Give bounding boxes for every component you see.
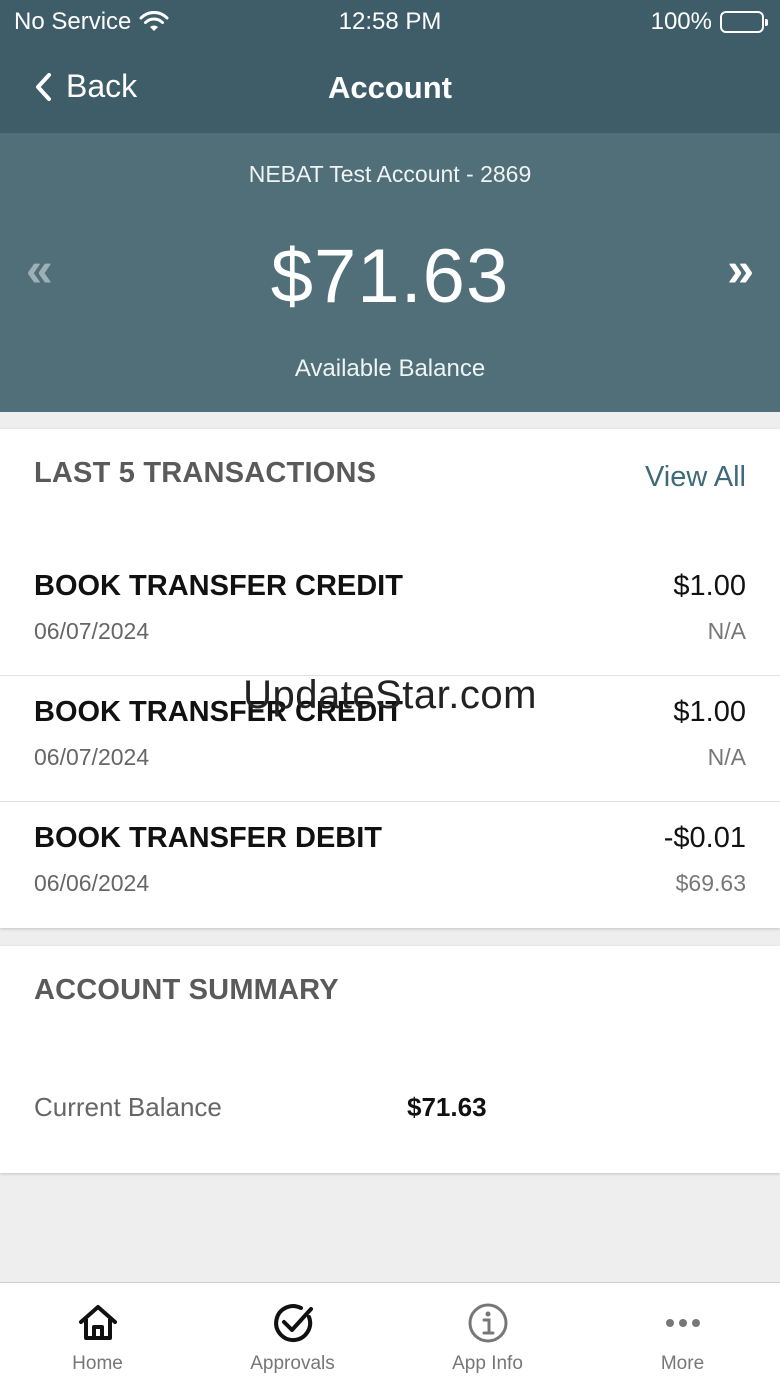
page-title: Account <box>328 70 452 105</box>
tab-more[interactable]: More <box>585 1283 780 1387</box>
transaction-row[interactable]: BOOK TRANSFER DEBIT 06/06/2024 -$0.01 $6… <box>0 802 780 928</box>
transaction-row[interactable]: BOOK TRANSFER CREDIT 06/07/2024 $1.00 N/… <box>0 676 780 802</box>
transaction-amount: $1.00 <box>673 696 746 728</box>
account-name: NEBAT Test Account - 2869 <box>248 161 532 187</box>
available-balance-amount: $71.63 <box>270 234 510 319</box>
transaction-amount: $1.00 <box>673 570 746 602</box>
transaction-name: BOOK TRANSFER DEBIT <box>34 822 382 854</box>
account-summary-card: ACCOUNT SUMMARY Current Balance $71.63 <box>0 946 780 1173</box>
current-balance-label: Current Balance <box>34 1092 222 1122</box>
transaction-date: 06/07/2024 <box>34 618 150 644</box>
battery-percent: 100% <box>650 8 712 35</box>
next-account-icon[interactable]: » <box>727 241 754 301</box>
home-icon <box>78 1305 117 1340</box>
transaction-date: 06/07/2024 <box>34 744 150 770</box>
available-balance-label: Available Balance <box>294 355 486 382</box>
more-icon <box>665 1319 700 1327</box>
transactions-title: LAST 5 TRANSACTIONS <box>34 457 377 489</box>
current-balance-value: $71.63 <box>407 1092 487 1122</box>
check-circle-icon <box>273 1304 313 1343</box>
transaction-row[interactable]: BOOK TRANSFER CREDIT 06/07/2024 $1.00 N/… <box>0 550 780 676</box>
transaction-amount: -$0.01 <box>663 822 746 854</box>
tab-app-info[interactable]: App Info <box>390 1283 585 1387</box>
transaction-name: BOOK TRANSFER CREDIT <box>34 696 403 728</box>
info-icon <box>468 1303 507 1343</box>
transaction-name: BOOK TRANSFER CREDIT <box>34 570 403 602</box>
account-summary-title: ACCOUNT SUMMARY <box>34 974 339 1006</box>
status-bar: No Service 12:58 PM 100% <box>0 0 780 44</box>
battery-icon <box>720 11 768 33</box>
transaction-date: 06/06/2024 <box>34 870 150 896</box>
view-all-link[interactable]: View All <box>645 461 746 494</box>
tab-bar: Home Approvals App Info More <box>0 1282 780 1387</box>
balance-header: NEBAT Test Account - 2869 « $71.63 » Ava… <box>0 133 780 412</box>
transaction-balance: $69.63 <box>675 870 746 896</box>
tab-label: App Info <box>452 1353 523 1374</box>
tab-home[interactable]: Home <box>0 1283 195 1387</box>
tab-label: More <box>660 1353 705 1374</box>
status-right: 100% <box>650 8 768 36</box>
tab-label: Home <box>72 1353 123 1374</box>
nav-bar: Back Account <box>0 44 780 133</box>
tab-approvals[interactable]: Approvals <box>195 1283 390 1387</box>
transaction-balance: N/A <box>707 618 746 644</box>
transactions-card: LAST 5 TRANSACTIONS View All BOOK TRANSF… <box>0 429 780 928</box>
transaction-balance: N/A <box>707 744 746 770</box>
tab-label: Approvals <box>250 1353 335 1374</box>
